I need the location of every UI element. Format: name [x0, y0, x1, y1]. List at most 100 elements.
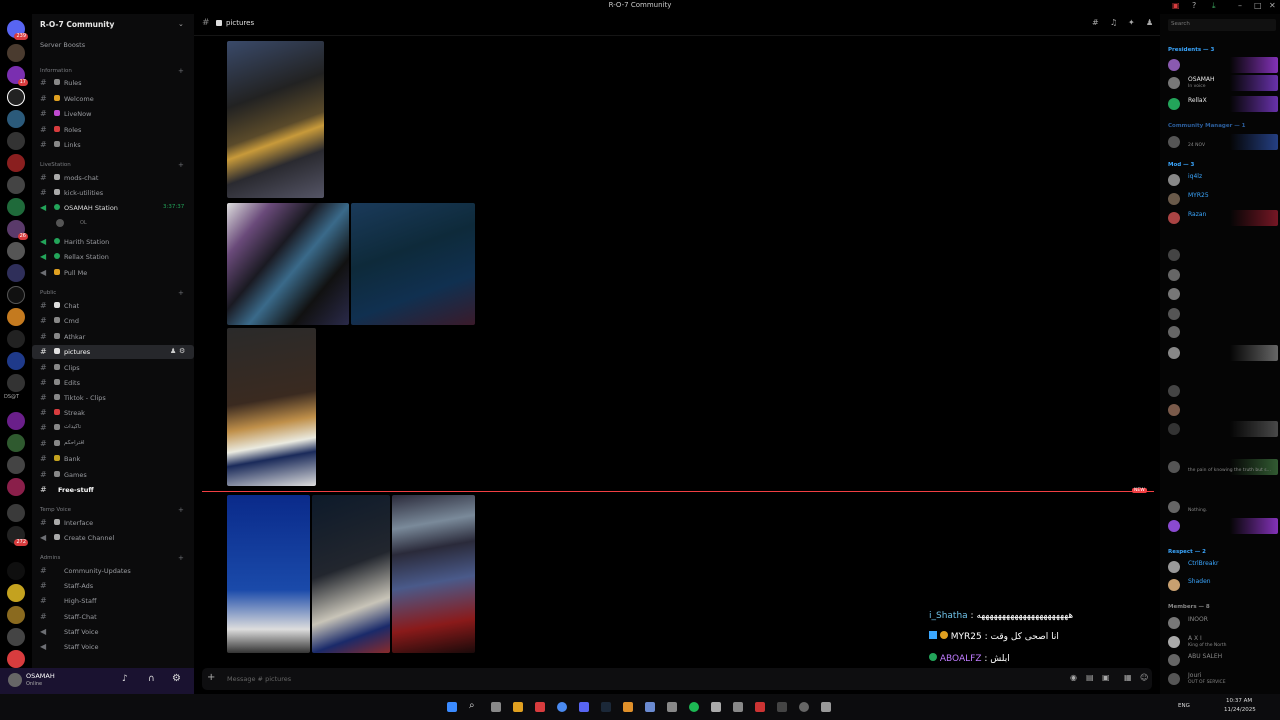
bell-icon[interactable]: ♫	[1110, 18, 1117, 27]
server-icon[interactable]	[7, 132, 25, 150]
server-label[interactable]: DS@T	[4, 394, 19, 400]
image-attachment[interactable]	[227, 203, 349, 325]
channel-item[interactable]: # Edits	[32, 376, 194, 390]
home-button[interactable]: 239	[7, 20, 28, 40]
voice-channel-item[interactable]: ◀ Pull Me	[32, 266, 194, 280]
server-icon[interactable]	[7, 176, 25, 194]
image-attachment[interactable]	[227, 41, 324, 198]
help-icon[interactable]: ?	[1192, 1, 1196, 10]
member-row[interactable]	[1160, 517, 1280, 535]
app-icon[interactable]	[821, 702, 831, 712]
server-name[interactable]: R-O-7 Community	[40, 20, 114, 29]
member-row[interactable]	[1160, 266, 1280, 284]
gift-icon[interactable]: ◉	[1070, 673, 1077, 682]
category-temp-voice[interactable]: Temp Voice +	[40, 506, 184, 514]
windows-start-icon[interactable]	[447, 702, 457, 712]
app-icon[interactable]	[777, 702, 787, 712]
server-icon[interactable]	[7, 504, 25, 522]
image-attachment[interactable]	[392, 495, 475, 653]
plus-icon[interactable]: +	[178, 506, 184, 514]
member-row[interactable]	[1160, 305, 1280, 323]
server-boosts[interactable]: Server Boosts	[40, 41, 85, 49]
server-icon[interactable]	[7, 562, 25, 580]
server-icon[interactable]	[7, 308, 25, 326]
server-icon[interactable]	[7, 110, 25, 128]
task-view-icon[interactable]	[491, 702, 501, 712]
channel-item[interactable]: # اقتراحكم	[32, 437, 194, 451]
app-icon[interactable]	[667, 702, 677, 712]
gif-icon[interactable]: ▤	[1086, 673, 1094, 682]
message-composer[interactable]: + Message # pictures ◉ ▤ ▣ ▦ ☺	[202, 668, 1152, 690]
category-livestation[interactable]: LiveStation +	[40, 161, 184, 169]
category-public[interactable]: Public +	[40, 289, 184, 297]
search-icon[interactable]: ⌕	[469, 700, 475, 711]
server-icon[interactable]	[7, 650, 25, 668]
headset-icon[interactable]: ∩	[148, 674, 155, 684]
threads-icon[interactable]: #	[1092, 18, 1099, 27]
server-icon[interactable]	[7, 434, 25, 452]
server-icon[interactable]	[7, 44, 25, 62]
voice-channel-item[interactable]: ◀ Create Channel	[32, 531, 194, 545]
image-attachment[interactable]	[227, 495, 310, 653]
member-row[interactable]	[1160, 285, 1280, 303]
download-icon[interactable]: ⤓	[1212, 1, 1216, 11]
channel-item[interactable]: # High-Staff	[32, 594, 194, 608]
discord-icon[interactable]	[579, 702, 589, 712]
add-user-icon[interactable]: ♟	[170, 347, 176, 355]
member-row[interactable]: Nothing.	[1160, 498, 1280, 516]
member-row[interactable]: RellaX	[1160, 95, 1280, 113]
member-row[interactable]	[1160, 401, 1280, 419]
server-icon[interactable]	[7, 154, 25, 172]
voice-channel-item[interactable]: ◀ Staff Voice	[32, 640, 194, 654]
channel-item[interactable]: # Clips	[32, 361, 194, 375]
channel-item[interactable]: # Links	[32, 138, 194, 152]
avatar[interactable]	[8, 673, 22, 687]
gear-icon[interactable]: ⚙	[179, 347, 185, 355]
spotify-icon[interactable]	[689, 702, 699, 712]
member-row[interactable]: MYR25	[1160, 190, 1280, 208]
server-icon[interactable]	[7, 242, 25, 260]
channel-item[interactable]: # LiveNow	[32, 107, 194, 121]
close-button[interactable]: ✕	[1269, 1, 1276, 10]
member-row[interactable]: Jouri OUT OF SERVICE	[1160, 670, 1280, 688]
image-attachment[interactable]	[351, 203, 475, 325]
member-row[interactable]: OSAMAH In voice	[1160, 74, 1280, 92]
file-explorer-icon[interactable]	[513, 702, 523, 712]
category-information[interactable]: Information +	[40, 67, 184, 75]
plus-icon[interactable]: +	[207, 672, 215, 683]
steam-icon[interactable]	[601, 702, 611, 712]
app-icon[interactable]	[711, 702, 721, 712]
pin-icon[interactable]: ✦	[1128, 18, 1135, 27]
member-row[interactable]: the pain of knowing the truth but s...	[1160, 458, 1280, 476]
plus-icon[interactable]: +	[178, 67, 184, 75]
voice-channel-item[interactable]: ◀ Rellax Station	[32, 250, 194, 264]
channel-item[interactable]: # Community-Updates	[32, 564, 194, 578]
member-row[interactable]: A X I King of the North	[1160, 633, 1280, 651]
server-icon-active[interactable]	[7, 88, 25, 106]
server-icon[interactable]	[7, 628, 25, 646]
server-icon[interactable]	[7, 456, 25, 474]
member-row[interactable]: Shaden	[1160, 576, 1280, 594]
search-input[interactable]: Search	[1168, 19, 1276, 31]
channel-item[interactable]: # Tiktok - Clips	[32, 391, 194, 405]
app-icon[interactable]	[733, 702, 743, 712]
channel-item[interactable]: # Cmd	[32, 314, 194, 328]
category-admins[interactable]: Admins +	[40, 554, 184, 562]
message-input[interactable]: Message # pictures	[227, 675, 291, 683]
chevron-down-icon[interactable]: ⌄	[178, 20, 184, 28]
member-row[interactable]: iq4lz	[1160, 171, 1280, 189]
app-icon[interactable]	[645, 702, 655, 712]
image-attachment[interactable]	[227, 328, 316, 486]
voice-channel-item[interactable]: ◀ Harith Station	[32, 235, 194, 249]
server-icon[interactable]	[7, 330, 25, 348]
channel-item[interactable]: # Roles	[32, 123, 194, 137]
apps-icon[interactable]: ▦	[1124, 673, 1132, 682]
chrome-icon[interactable]	[557, 702, 567, 712]
language-indicator[interactable]: ENG	[1178, 703, 1190, 709]
server-icon[interactable]	[7, 584, 25, 602]
channel-item[interactable]: # Bank	[32, 452, 194, 466]
gear-icon[interactable]: ⚙	[172, 673, 181, 684]
maximize-button[interactable]: □	[1254, 1, 1262, 10]
server-icon[interactable]	[7, 412, 25, 430]
plus-icon[interactable]: +	[178, 289, 184, 297]
